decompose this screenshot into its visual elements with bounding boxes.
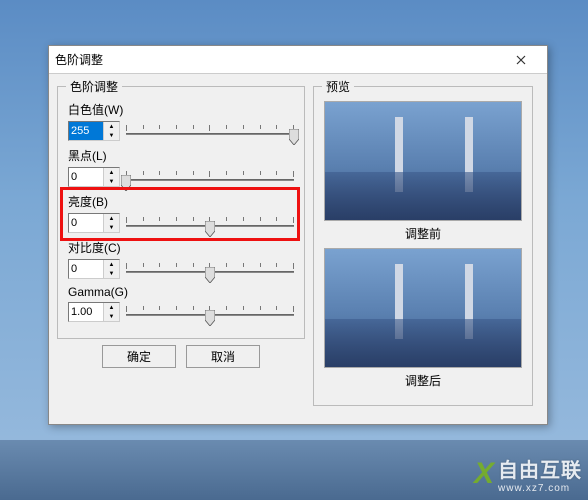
preview-after-caption: 调整后: [324, 372, 522, 389]
preview-before-image: [324, 101, 522, 221]
adjust-group: 色阶调整 白色值(W) ▲▼ 黑点(L): [57, 86, 305, 339]
black-point-slider[interactable]: [126, 165, 294, 189]
spin-up-icon[interactable]: ▲: [104, 303, 119, 312]
spin-down-icon[interactable]: ▼: [104, 312, 119, 321]
close-button[interactable]: [501, 46, 541, 74]
white-value-row: 白色值(W) ▲▼: [68, 101, 294, 143]
gamma-spinner[interactable]: ▲▼: [68, 302, 120, 322]
close-icon: [516, 55, 526, 65]
brightness-spinner[interactable]: ▲▼: [68, 213, 120, 233]
spin-up-icon[interactable]: ▲: [104, 122, 119, 131]
contrast-slider[interactable]: [126, 257, 294, 281]
gamma-input[interactable]: [69, 303, 103, 321]
ok-button[interactable]: 确定: [102, 345, 176, 368]
brightness-row: 亮度(B) ▲▼: [68, 193, 294, 235]
preview-group: 预览 调整前 调整后: [313, 86, 533, 406]
adjust-legend: 色阶调整: [66, 78, 122, 95]
preview-legend: 预览: [322, 78, 354, 95]
title-bar: 色阶调整: [49, 46, 547, 74]
white-value-input[interactable]: [69, 122, 103, 140]
dialog-title: 色阶调整: [55, 51, 103, 68]
black-point-input[interactable]: [69, 168, 103, 186]
spin-down-icon[interactable]: ▼: [104, 269, 119, 278]
brightness-input[interactable]: [69, 214, 103, 232]
watermark-brand: 自由互联: [498, 454, 582, 483]
spin-down-icon[interactable]: ▼: [104, 177, 119, 186]
levels-dialog: 色阶调整 色阶调整 白色值(W) ▲▼: [48, 45, 548, 425]
cancel-button[interactable]: 取消: [186, 345, 260, 368]
spin-down-icon[interactable]: ▼: [104, 223, 119, 232]
spin-down-icon[interactable]: ▼: [104, 131, 119, 140]
spin-up-icon[interactable]: ▲: [104, 214, 119, 223]
black-point-spinner[interactable]: ▲▼: [68, 167, 120, 187]
gamma-label: Gamma(G): [68, 285, 128, 299]
watermark-logo-icon: X: [474, 457, 494, 491]
watermark-url: www.xz7.com: [498, 483, 582, 494]
contrast-input[interactable]: [69, 260, 103, 278]
black-point-label: 黑点(L): [68, 147, 107, 164]
spin-up-icon[interactable]: ▲: [104, 260, 119, 269]
gamma-slider[interactable]: [126, 300, 294, 324]
white-value-label: 白色值(W): [68, 101, 123, 118]
watermark: X 自由互联 www.xz7.com: [474, 454, 582, 494]
brightness-slider[interactable]: [126, 211, 294, 235]
contrast-row: 对比度(C) ▲▼: [68, 239, 294, 281]
button-row: 确定 取消: [57, 345, 305, 368]
contrast-label: 对比度(C): [68, 239, 121, 256]
white-value-spinner[interactable]: ▲▼: [68, 121, 120, 141]
brightness-label: 亮度(B): [68, 193, 108, 210]
white-value-slider[interactable]: [126, 119, 294, 143]
preview-before-caption: 调整前: [324, 225, 522, 242]
gamma-row: Gamma(G) ▲▼: [68, 285, 294, 324]
preview-after-image: [324, 248, 522, 368]
black-point-row: 黑点(L) ▲▼: [68, 147, 294, 189]
spin-up-icon[interactable]: ▲: [104, 168, 119, 177]
contrast-spinner[interactable]: ▲▼: [68, 259, 120, 279]
